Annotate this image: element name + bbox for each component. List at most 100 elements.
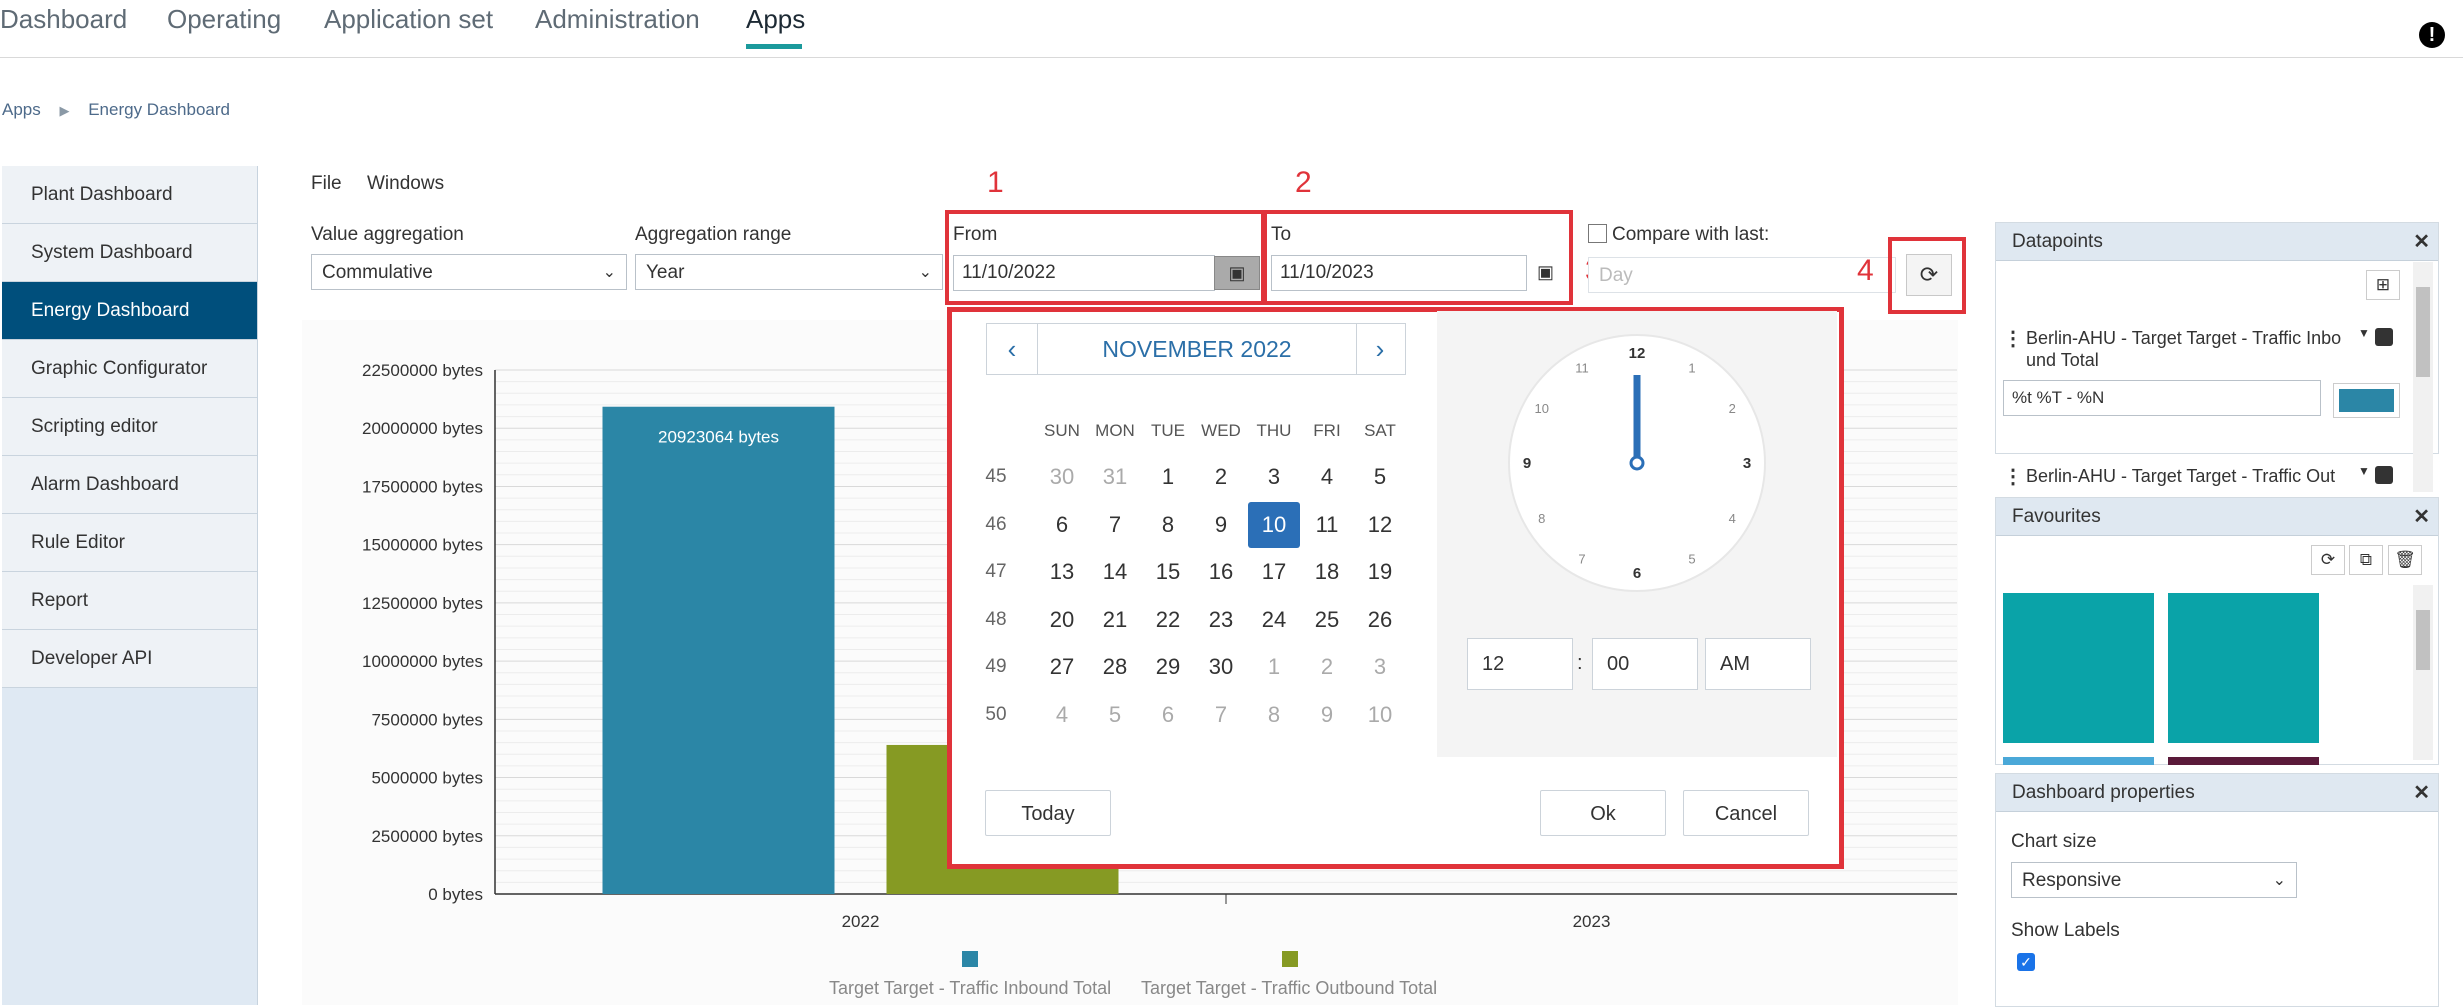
calendar-day[interactable]: 9 [1301, 692, 1353, 738]
clock-hour-label[interactable]: 5 [1688, 551, 1695, 566]
scroll-thumb[interactable] [2416, 610, 2430, 670]
prev-month-icon[interactable]: ‹ [987, 324, 1037, 374]
calendar-day[interactable]: 7 [1089, 502, 1141, 548]
favourite-thumbnail[interactable] [2168, 757, 2319, 765]
chevron-down-icon[interactable]: ▼ [2358, 464, 2370, 478]
clock-hour-label[interactable]: 4 [1729, 511, 1736, 526]
calendar-day[interactable]: 12 [1354, 502, 1406, 548]
clock-hour-label[interactable]: 7 [1578, 551, 1585, 566]
legend-inbound[interactable]: Target Target - Traffic Inbound Total [829, 978, 1111, 999]
sidebar-item-report[interactable]: Report [2, 572, 257, 630]
clock-hour-label[interactable]: 6 [1633, 565, 1641, 582]
sidebar-item-system-dashboard[interactable]: System Dashboard [2, 224, 257, 282]
calendar-day[interactable]: 24 [1248, 597, 1300, 643]
calendar-day[interactable]: 8 [1142, 502, 1194, 548]
add-datapoint-icon[interactable]: ⊞ [2366, 270, 2400, 300]
clock-hour-label[interactable]: 12 [1629, 345, 1646, 362]
clock-hour-label[interactable]: 2 [1729, 401, 1736, 416]
breadcrumb-apps[interactable]: Apps [2, 100, 41, 119]
calendar-day[interactable]: 1 [1142, 454, 1194, 500]
ampm-input[interactable]: AM [1705, 638, 1811, 690]
favourite-thumbnail[interactable] [2003, 757, 2154, 765]
calendar-day[interactable]: 2 [1301, 644, 1353, 690]
calendar-day[interactable]: 23 [1195, 597, 1247, 643]
calendar-day[interactable]: 27 [1036, 644, 1088, 690]
datapoint-format-input[interactable]: %t %T - %N [2003, 380, 2321, 416]
bar-inbound-2022[interactable] [602, 406, 835, 894]
nav-apps[interactable]: Apps [746, 4, 805, 35]
datapoints-scrollbar[interactable] [2413, 262, 2433, 492]
calendar-day[interactable]: 2 [1195, 454, 1247, 500]
month-title[interactable]: NOVEMBER 2022 [1037, 324, 1357, 374]
analog-clock[interactable]: 121234567891011 [1507, 333, 1767, 593]
nav-application-set[interactable]: Application set [324, 4, 493, 35]
screenshot-icon[interactable]: ⧉ [2349, 545, 2383, 575]
hour-input[interactable]: 12 [1467, 638, 1573, 690]
calendar-day[interactable]: 22 [1142, 597, 1194, 643]
clock-hour-label[interactable]: 11 [1575, 361, 1589, 376]
sidebar-item-scripting-editor[interactable]: Scripting editor [2, 398, 257, 456]
trash-icon[interactable]: 🗑 [2388, 545, 2422, 575]
close-icon[interactable]: ✕ [2413, 223, 2430, 261]
calendar-day[interactable]: 1 [1248, 644, 1300, 690]
clock-hour-label[interactable]: 1 [1688, 361, 1695, 376]
calendar-day[interactable]: 7 [1195, 692, 1247, 738]
scroll-thumb[interactable] [2416, 287, 2430, 377]
calendar-day[interactable]: 31 [1089, 454, 1141, 500]
drag-handle-icon[interactable]: ⋮ [2003, 464, 2023, 489]
legend-outbound[interactable]: Target Target - Traffic Outbound Total [1141, 978, 1437, 999]
calendar-day[interactable]: 28 [1089, 644, 1141, 690]
calendar-day[interactable]: 5 [1354, 454, 1406, 500]
aggregation-range-select[interactable]: Year ⌄ [635, 254, 943, 290]
drag-handle-icon[interactable]: ⋮ [2003, 326, 2023, 351]
refresh-icon[interactable]: ⟳ [2311, 545, 2345, 575]
calendar-day[interactable]: 13 [1036, 549, 1088, 595]
calendar-day[interactable]: 14 [1089, 549, 1141, 595]
sidebar-item-rule-editor[interactable]: Rule Editor [2, 514, 257, 572]
chevron-down-icon[interactable]: ▼ [2358, 326, 2370, 340]
calendar-day[interactable]: 25 [1301, 597, 1353, 643]
favourites-scrollbar[interactable] [2413, 585, 2433, 760]
calendar-day[interactable]: 20 [1036, 597, 1088, 643]
value-aggregation-select[interactable]: Commulative ⌄ [311, 254, 627, 290]
next-month-icon[interactable]: › [1355, 324, 1405, 374]
chart-size-select[interactable]: Responsive ⌄ [2011, 862, 2297, 898]
calendar-day[interactable]: 19 [1354, 549, 1406, 595]
nav-administration[interactable]: Administration [535, 4, 700, 35]
menu-windows[interactable]: Windows [367, 173, 444, 195]
minute-input[interactable]: 00 [1592, 638, 1698, 690]
clock-hour-label[interactable]: 3 [1743, 455, 1751, 472]
refresh-icon[interactable]: ⟳ [1906, 254, 1952, 296]
to-date-input[interactable]: 11/10/2023 [1271, 255, 1527, 291]
nav-dashboard[interactable]: Dashboard [0, 4, 127, 35]
calendar-day[interactable]: 11 [1301, 502, 1353, 548]
remove-datapoint-icon[interactable] [2375, 466, 2393, 484]
calendar-day[interactable]: 3 [1354, 644, 1406, 690]
calendar-day[interactable]: 18 [1301, 549, 1353, 595]
clock-hour-label[interactable]: 10 [1535, 401, 1549, 416]
calendar-day[interactable]: 3 [1248, 454, 1300, 500]
favourite-thumbnail[interactable] [2003, 593, 2154, 743]
cancel-button[interactable]: Cancel [1683, 790, 1809, 836]
close-icon[interactable]: ✕ [2413, 498, 2430, 536]
calendar-day[interactable]: 26 [1354, 597, 1406, 643]
remove-datapoint-icon[interactable] [2375, 328, 2393, 346]
clock-hour-label[interactable]: 9 [1523, 455, 1531, 472]
sidebar-item-alarm-dashboard[interactable]: Alarm Dashboard [2, 456, 257, 514]
favourite-thumbnail[interactable] [2168, 593, 2319, 743]
calendar-day[interactable]: 30 [1036, 454, 1088, 500]
calendar-day[interactable]: 21 [1089, 597, 1141, 643]
nav-operating[interactable]: Operating [167, 4, 281, 35]
calendar-day[interactable]: 15 [1142, 549, 1194, 595]
from-calendar-icon[interactable]: ▣ [1214, 256, 1260, 290]
sidebar-item-developer-api[interactable]: Developer API [2, 630, 257, 688]
calendar-day[interactable]: 5 [1089, 692, 1141, 738]
compare-select[interactable]: Day [1588, 257, 1896, 293]
ok-button[interactable]: Ok [1540, 790, 1666, 836]
calendar-day[interactable]: 10 [1354, 692, 1406, 738]
to-calendar-icon[interactable]: ▣ [1537, 262, 1554, 283]
calendar-day[interactable]: 6 [1036, 502, 1088, 548]
close-icon[interactable]: ✕ [2413, 774, 2430, 812]
calendar-day[interactable]: 17 [1248, 549, 1300, 595]
calendar-day[interactable]: 30 [1195, 644, 1247, 690]
